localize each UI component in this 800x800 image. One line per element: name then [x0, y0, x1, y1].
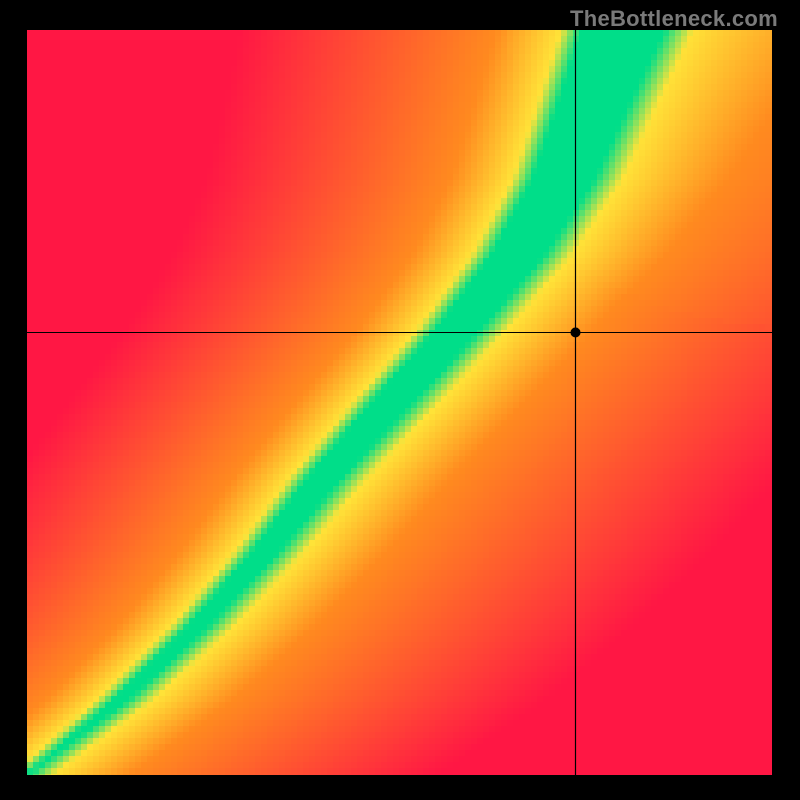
heatmap-canvas [27, 30, 772, 775]
watermark: TheBottleneck.com [570, 6, 778, 32]
chart-frame: TheBottleneck.com [0, 0, 800, 800]
